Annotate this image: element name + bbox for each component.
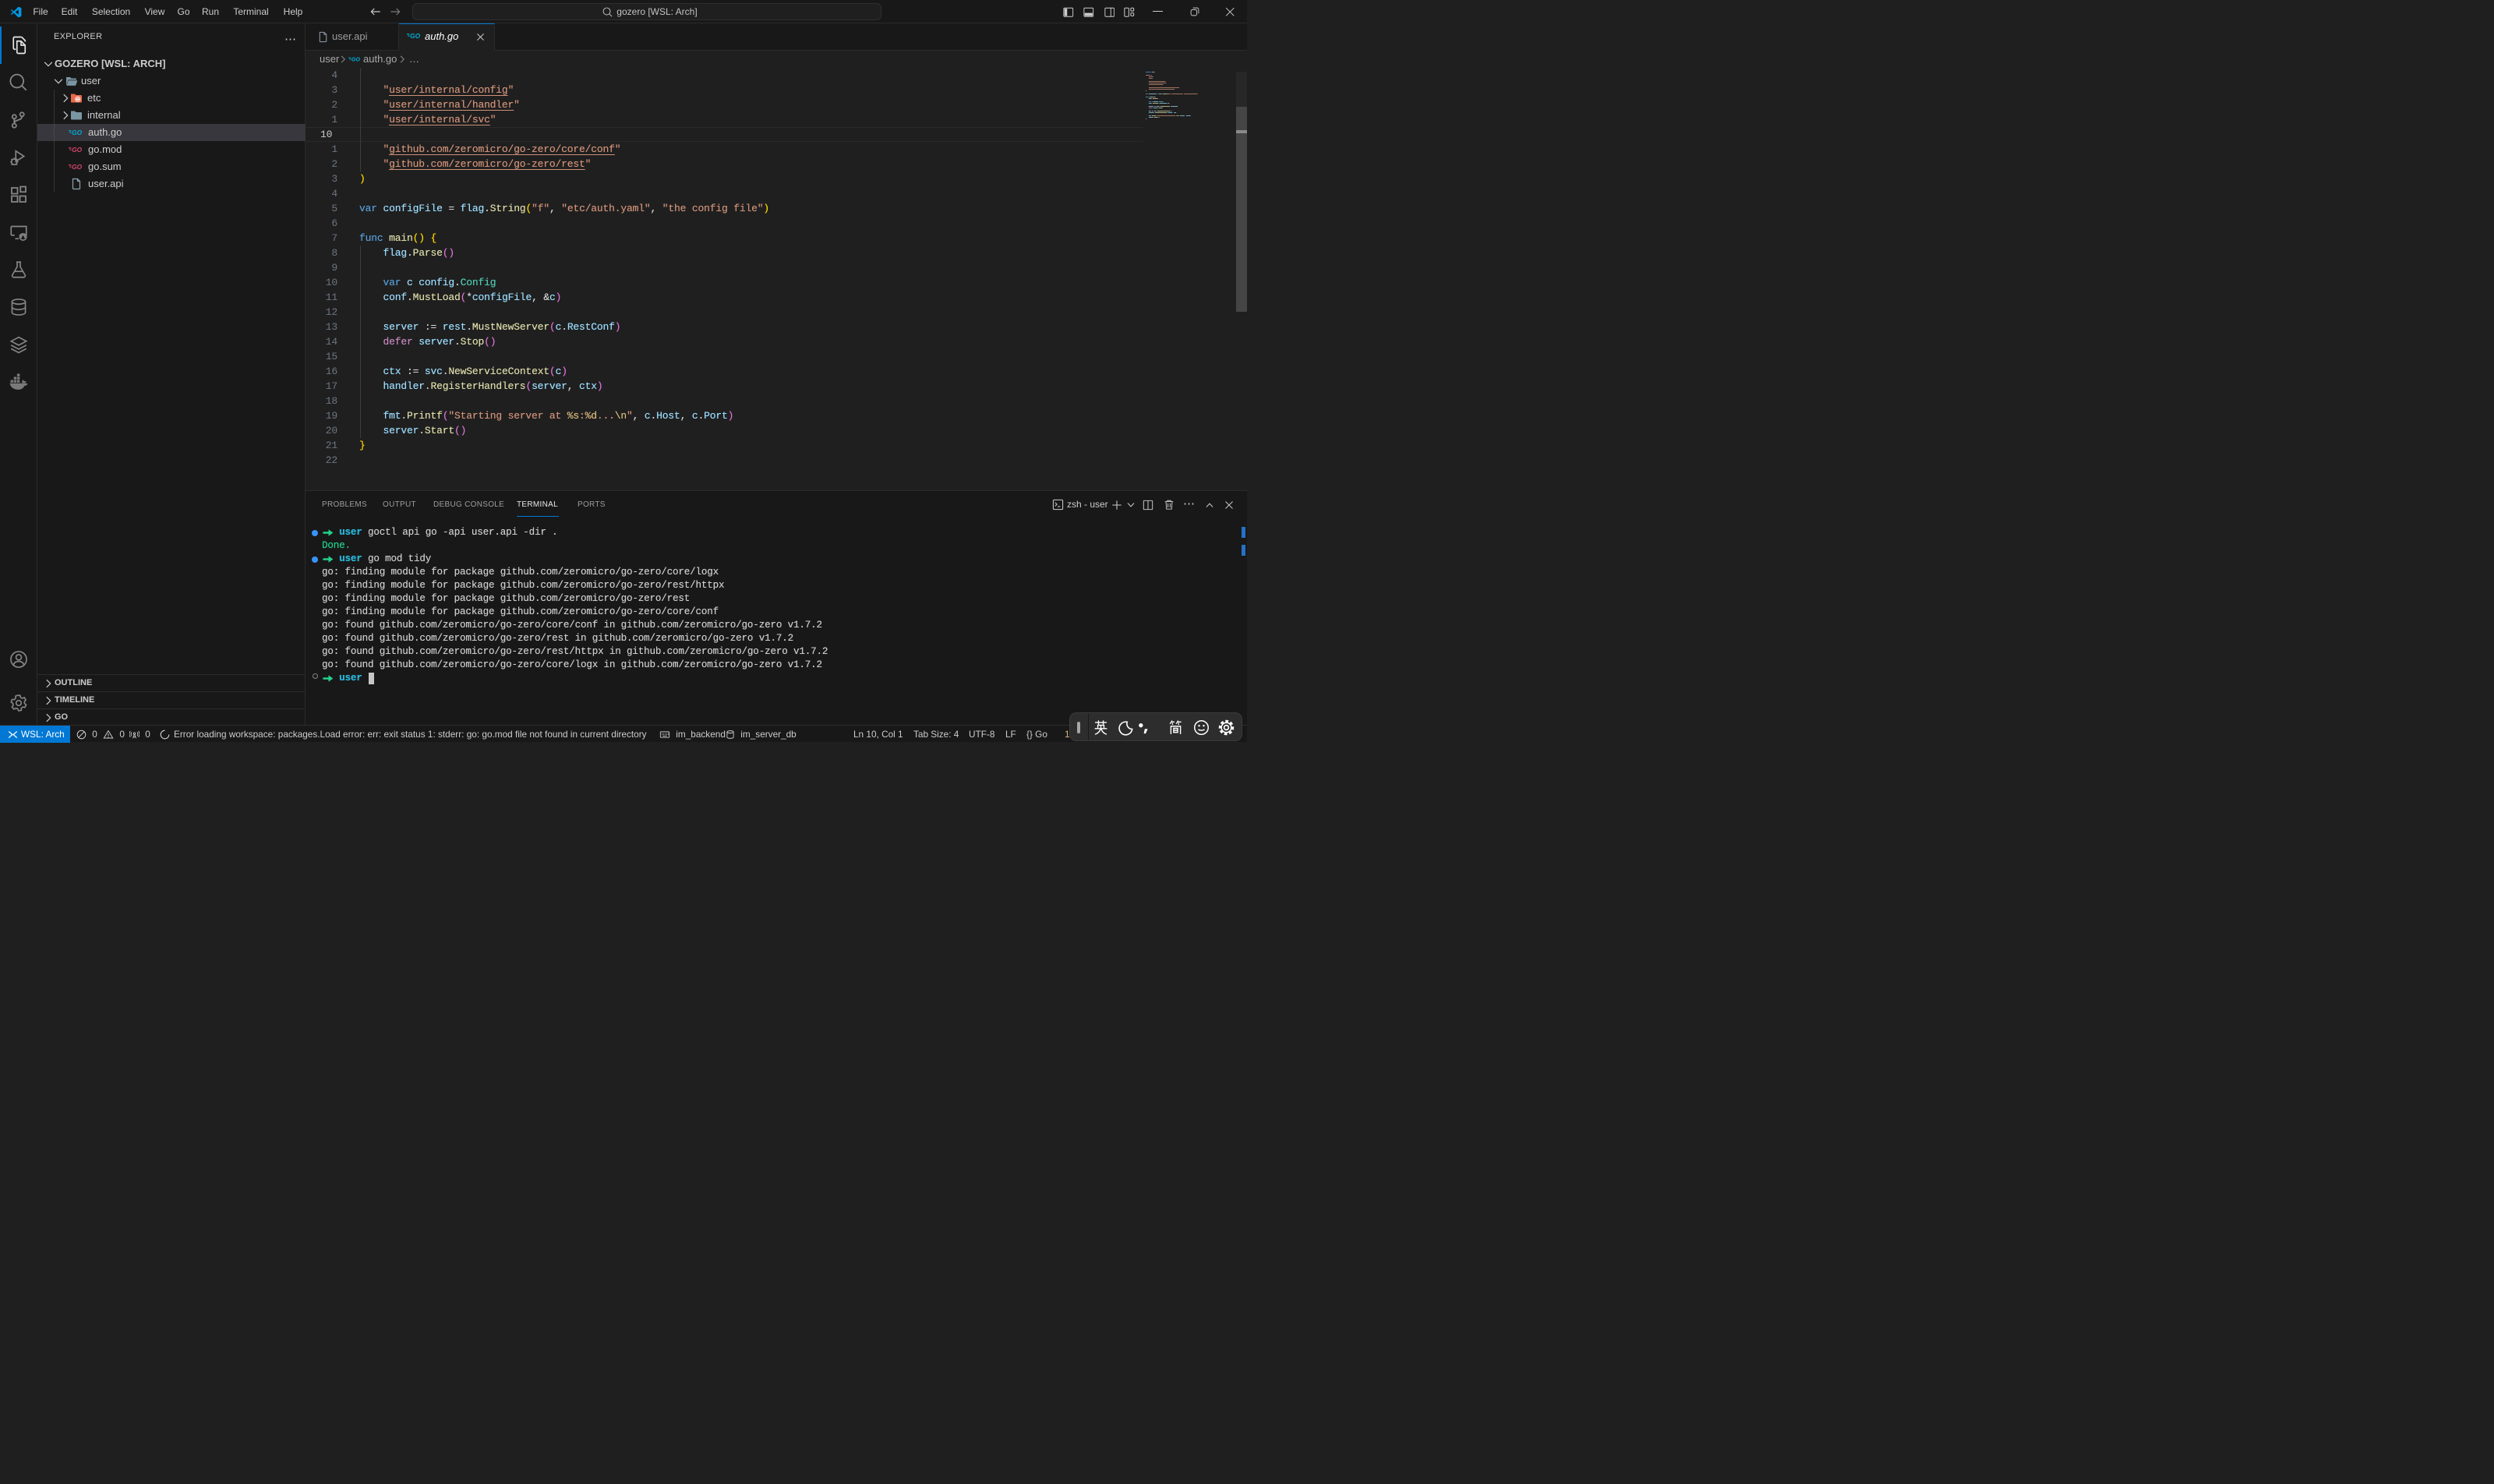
svg-text:GO: GO	[72, 129, 82, 136]
svg-text:GO: GO	[410, 32, 420, 40]
svg-text:GO: GO	[351, 56, 361, 63]
svg-text:GO: GO	[72, 163, 82, 171]
svg-text:GO: GO	[72, 146, 82, 154]
